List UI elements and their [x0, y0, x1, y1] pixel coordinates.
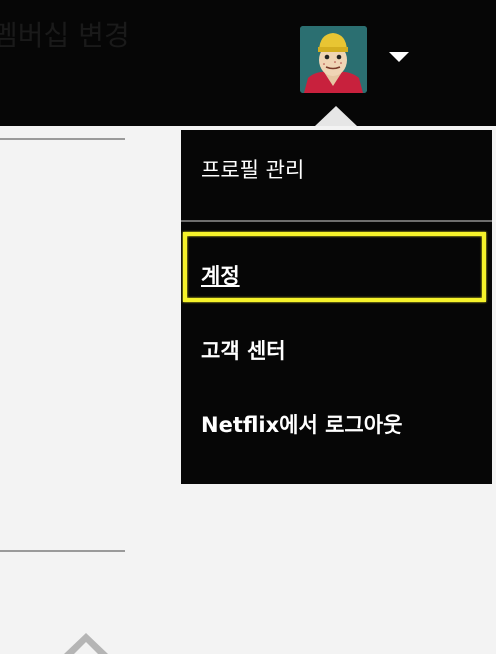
- menu-item-manage-profiles[interactable]: 프로필 관리: [201, 154, 304, 184]
- menu-divider: [181, 220, 492, 222]
- menu-pointer-arrow: [315, 106, 357, 126]
- divider-line: [0, 138, 125, 140]
- page-title: 멤버십 변경: [0, 19, 130, 52]
- menu-item-sign-out[interactable]: Netflix에서 로그아웃: [201, 409, 402, 439]
- chevron-up-icon[interactable]: [64, 633, 108, 654]
- caret-down-icon[interactable]: [389, 52, 409, 62]
- menu-item-help-center[interactable]: 고객 센터: [201, 335, 286, 365]
- account-dropdown-menu: 프로필 관리 계정 고객 센터 Netflix에서 로그아웃: [181, 130, 492, 484]
- profile-avatar[interactable]: [300, 26, 367, 93]
- avatar-icon: [300, 26, 367, 93]
- divider-line: [0, 550, 125, 552]
- menu-item-account[interactable]: 계정: [201, 260, 240, 290]
